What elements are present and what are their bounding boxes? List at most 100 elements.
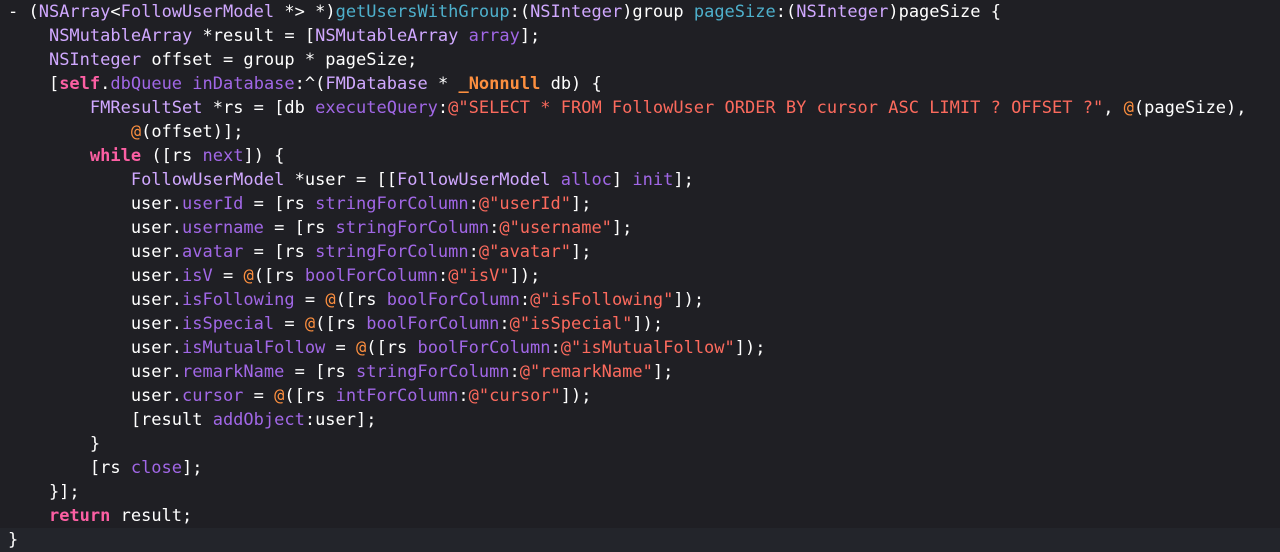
code-token: isSpecial xyxy=(182,314,275,334)
code-token: :user]; xyxy=(304,410,377,430)
code-token: ]; xyxy=(673,170,694,190)
code-token: pageSize xyxy=(693,2,776,22)
code-line[interactable]: user.username = [rs stringForColumn:@"us… xyxy=(0,216,1280,240)
code-token: NSArray xyxy=(38,2,111,22)
code-token: *user = [[ xyxy=(284,170,397,190)
code-token: boolForColumn xyxy=(386,290,520,310)
code-line[interactable]: user.cursor = @([rs intForColumn:@"curso… xyxy=(0,384,1280,408)
code-token: : xyxy=(468,242,479,262)
code-token: ([rs xyxy=(335,290,387,310)
code-line[interactable]: user.isSpecial = @([rs boolForColumn:@"i… xyxy=(0,312,1280,336)
code-token: user. xyxy=(8,266,182,286)
code-token: @"cursor" xyxy=(468,386,561,406)
code-token: ]; xyxy=(570,242,592,262)
code-token: = [rs xyxy=(243,194,316,214)
code-line[interactable]: [self.dbQueue inDatabase:^(FMDatabase * … xyxy=(0,72,1280,96)
code-token: boolForColumn xyxy=(417,338,551,358)
code-token: *> *) xyxy=(274,2,336,22)
code-token: @ xyxy=(274,386,285,406)
code-token: NSMutableArray xyxy=(48,26,193,46)
code-line[interactable]: [rs close]; xyxy=(0,456,1280,480)
code-token: ] xyxy=(611,170,633,190)
code-token: user. xyxy=(8,242,182,262)
code-line[interactable]: user.userId = [rs stringForColumn:@"user… xyxy=(0,192,1280,216)
code-line[interactable]: user.isFollowing = @([rs boolForColumn:@… xyxy=(0,288,1280,312)
code-line[interactable]: user.isV = @([rs boolForColumn:@"isV"]); xyxy=(0,264,1280,288)
code-token: = [rs xyxy=(284,362,357,382)
code-token: @ xyxy=(325,290,336,310)
code-token: @ xyxy=(243,266,254,286)
code-token: : xyxy=(550,338,561,358)
code-token: user. xyxy=(8,338,182,358)
code-token: = xyxy=(243,386,275,406)
code-line[interactable]: user.remarkName = [rs stringForColumn:@"… xyxy=(0,360,1280,384)
code-token: alloc xyxy=(560,170,612,190)
code-token: : xyxy=(437,266,449,286)
code-token: : xyxy=(499,314,510,334)
code-token: ]); xyxy=(673,290,705,310)
code-line[interactable]: }]; xyxy=(0,480,1280,504)
code-token: ([rs xyxy=(284,386,336,406)
code-token: : xyxy=(509,362,520,382)
code-token: :( xyxy=(509,2,531,22)
code-token: @ xyxy=(304,314,316,334)
code-token: @"isFollowing" xyxy=(530,290,674,310)
code-token: : xyxy=(468,194,479,214)
code-token: )group xyxy=(622,2,694,22)
code-token: (pageSize), xyxy=(1133,98,1247,118)
code-token: init xyxy=(632,170,674,190)
code-editor[interactable]: - (NSArray<FollowUserModel *> *)getUsers… xyxy=(0,0,1280,552)
code-token: stringForColumn xyxy=(315,242,469,262)
code-line[interactable]: user.avatar = [rs stringForColumn:@"avat… xyxy=(0,240,1280,264)
code-line[interactable]: } xyxy=(0,528,1280,552)
code-token: getUsersWithGroup xyxy=(335,2,510,22)
code-token: = [rs xyxy=(263,218,336,238)
code-token: :^( xyxy=(294,74,326,94)
code-line[interactable]: [result addObject:user]; xyxy=(0,408,1280,432)
code-line[interactable]: FMResultSet *rs = [db executeQuery:@"SEL… xyxy=(0,96,1280,120)
code-token: = xyxy=(294,290,326,310)
code-token: cursor xyxy=(182,386,244,406)
code-token: @"isMutualFollow" xyxy=(560,338,735,358)
code-token: } xyxy=(8,530,19,550)
code-line[interactable]: return result; xyxy=(0,504,1280,528)
code-token: . xyxy=(100,74,111,94)
code-token: @"userId" xyxy=(478,194,571,214)
code-token: < xyxy=(110,2,121,22)
code-line[interactable]: FollowUserModel *user = [[FollowUserMode… xyxy=(0,168,1280,192)
code-line[interactable]: user.isMutualFollow = @([rs boolForColum… xyxy=(0,336,1280,360)
code-token: [result xyxy=(8,410,213,430)
code-line[interactable]: NSMutableArray *result = [NSMutableArray… xyxy=(0,24,1280,48)
code-token: : xyxy=(437,98,449,118)
code-token: @"remarkName" xyxy=(519,362,653,382)
code-token: (offset)]; xyxy=(141,122,244,142)
code-token: user. xyxy=(8,386,182,406)
code-token: isMutualFollow xyxy=(182,338,326,358)
code-token: *rs = [db xyxy=(202,98,316,118)
code-line[interactable]: NSInteger offset = group * pageSize; xyxy=(0,48,1280,72)
code-token: ]; xyxy=(519,26,541,46)
code-token: ]); xyxy=(734,338,766,358)
code-line[interactable]: - (NSArray<FollowUserModel *> *)getUsers… xyxy=(0,0,1280,24)
code-token: @"username" xyxy=(499,218,612,238)
code-token: close xyxy=(130,458,183,478)
code-token: = [rs xyxy=(243,242,316,262)
code-token: ([rs xyxy=(315,314,367,334)
code-token: stringForColumn xyxy=(356,362,510,382)
code-line[interactable]: while ([rs next]) { xyxy=(0,144,1280,168)
code-token: = xyxy=(212,266,244,286)
code-token: remarkName xyxy=(182,362,285,382)
code-line[interactable]: } xyxy=(0,432,1280,456)
code-token: ]); xyxy=(560,386,592,406)
code-token: @ xyxy=(130,122,142,142)
code-token: ]; xyxy=(611,218,633,238)
code-token: FollowUserModel xyxy=(120,2,275,22)
code-token: username xyxy=(182,218,264,238)
code-line[interactable]: @(offset)]; xyxy=(0,120,1280,144)
code-token: : xyxy=(489,218,500,238)
code-token: = xyxy=(325,338,357,358)
